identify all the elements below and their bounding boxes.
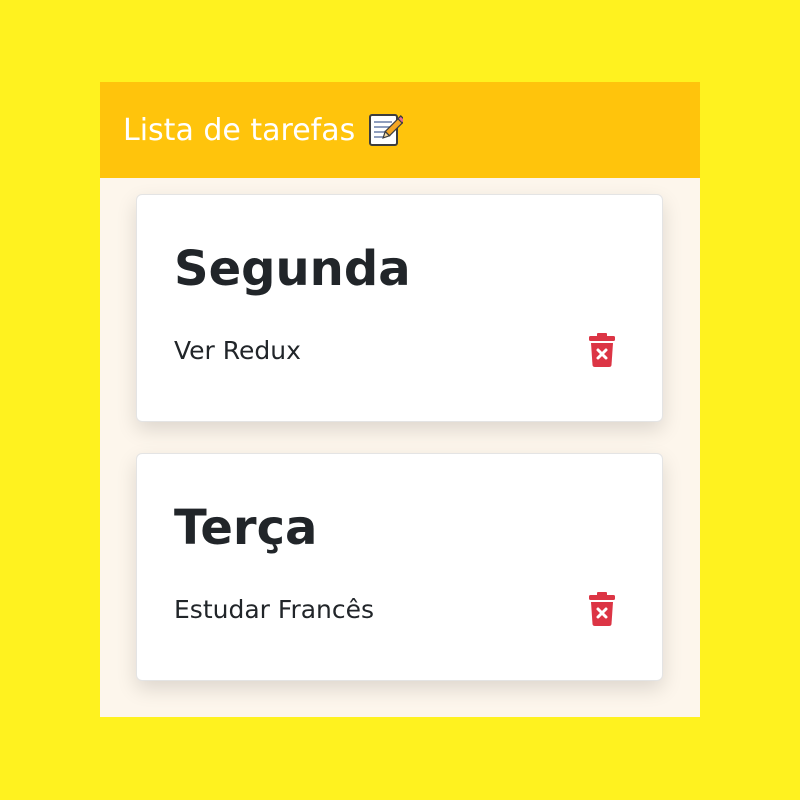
day-card-terca: Terça Estudar Francês <box>136 453 663 681</box>
delete-task-button[interactable] <box>586 589 618 629</box>
task-text: Ver Redux <box>174 335 301 365</box>
trash-x-icon <box>589 333 615 367</box>
day-title: Terça <box>174 500 318 556</box>
task-text: Estudar Francês <box>174 594 375 624</box>
day-title: Segunda <box>174 241 411 297</box>
delete-task-button[interactable] <box>586 330 618 370</box>
app-header: Lista de tarefas <box>100 82 700 178</box>
task-item: Estudar Francês <box>174 589 618 629</box>
todo-app: Lista de tarefas Segunda Ver Redux Terça… <box>100 82 700 717</box>
trash-x-icon <box>589 592 615 626</box>
task-item: Ver Redux <box>174 330 618 370</box>
memo-icon <box>367 112 407 148</box>
app-title-text: Lista de tarefas <box>123 112 356 148</box>
day-card-segunda: Segunda Ver Redux <box>136 194 663 422</box>
app-title: Lista de tarefas <box>123 112 407 148</box>
